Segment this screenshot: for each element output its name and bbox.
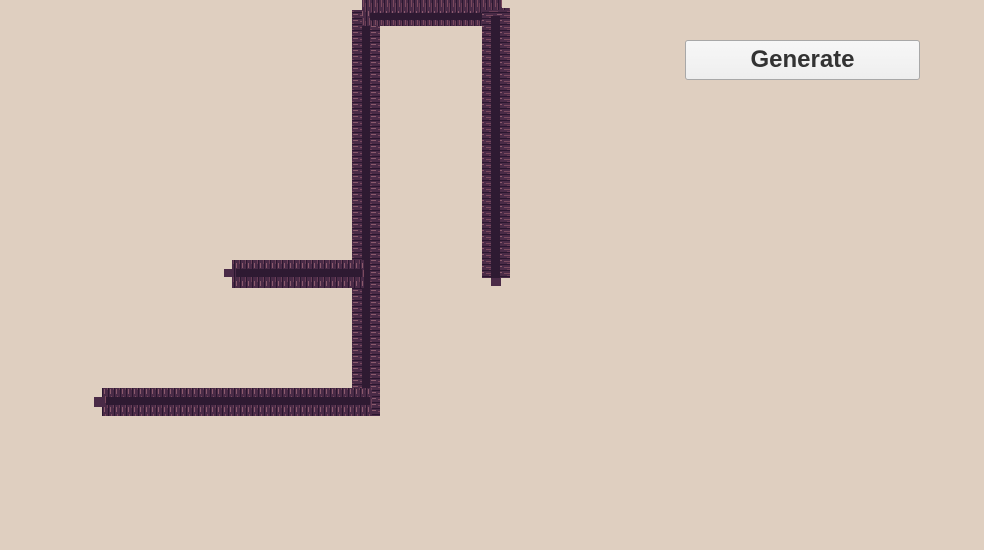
generate-button[interactable]: Generate	[685, 40, 920, 80]
corridor-middle-branch	[224, 260, 364, 288]
corridor-bottom-branch	[94, 388, 372, 416]
dungeon-map	[94, 0, 510, 416]
game-viewport: Generate	[0, 0, 984, 550]
corridor-right-dead-end	[482, 10, 510, 286]
corridor-main-vertical	[352, 10, 380, 416]
